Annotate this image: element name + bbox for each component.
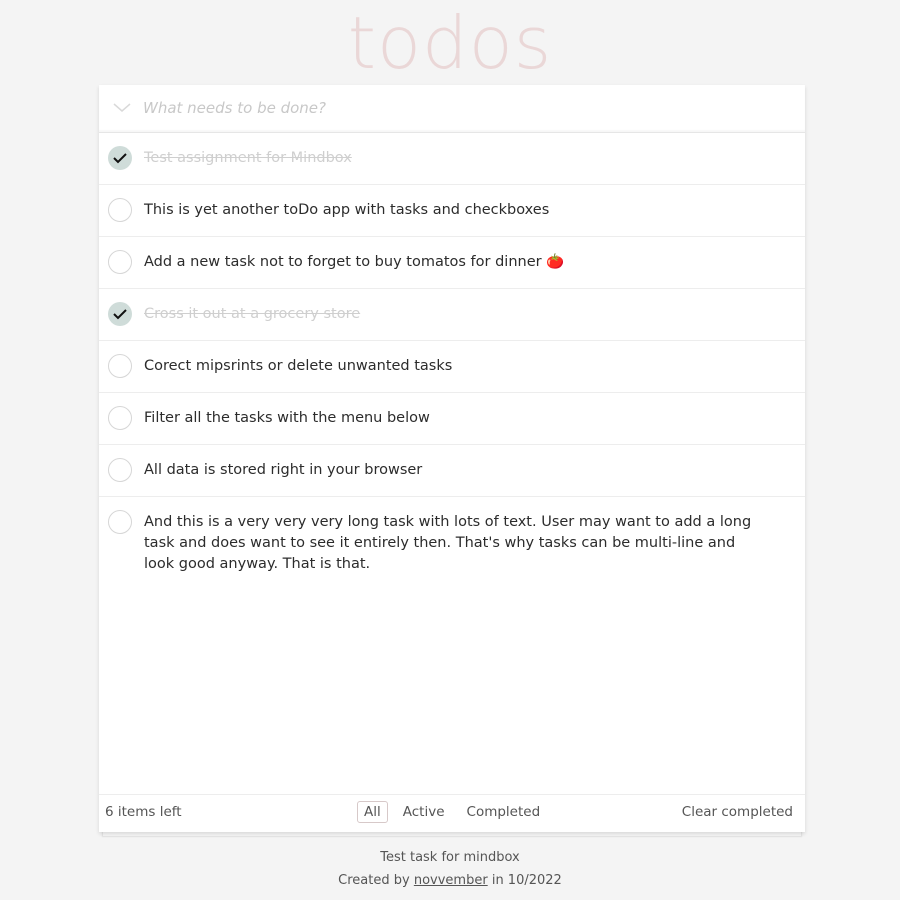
todo-checkbox[interactable] xyxy=(108,354,132,378)
todo-text[interactable]: Corect mipsrints or delete unwanted task… xyxy=(144,356,754,377)
todo-item: This is yet another toDo app with tasks … xyxy=(99,185,805,237)
info-footer: Test task for mindbox Created by novvemb… xyxy=(0,846,900,892)
todo-panel: Test assignment for Mindbox This is yet … xyxy=(99,85,805,832)
clear-completed-button[interactable]: Clear completed xyxy=(682,804,793,820)
filter-completed-button[interactable]: Completed xyxy=(460,801,548,823)
created-suffix: in 10/2022 xyxy=(491,873,562,888)
todo-item: And this is a very very very long task w… xyxy=(99,497,805,587)
todo-text[interactable]: Filter all the tasks with the menu below xyxy=(144,408,754,429)
check-icon xyxy=(113,309,127,320)
check-icon xyxy=(113,153,127,164)
todo-checkbox[interactable] xyxy=(108,510,132,534)
todo-text[interactable]: Add a new task not to forget to buy toma… xyxy=(144,252,754,273)
todo-item: Test assignment for Mindbox xyxy=(99,133,805,185)
todo-item: Add a new task not to forget to buy toma… xyxy=(99,237,805,289)
todo-item: Corect mipsrints or delete unwanted task… xyxy=(99,341,805,393)
todo-text[interactable]: All data is stored right in your browser xyxy=(144,460,754,481)
todo-footer: 6 items left All Active Completed Clear … xyxy=(99,794,805,832)
filter-active-button[interactable]: Active xyxy=(396,801,452,823)
items-left-count: 6 items left xyxy=(105,804,182,820)
todo-item: Cross it out at a grocery store xyxy=(99,289,805,341)
todo-checkbox[interactable] xyxy=(108,302,132,326)
todo-text[interactable]: And this is a very very very long task w… xyxy=(144,512,754,575)
author-link[interactable]: novvember xyxy=(414,873,488,888)
todo-checkbox[interactable] xyxy=(108,250,132,274)
todo-item: Filter all the tasks with the menu below xyxy=(99,393,805,445)
info-created-line: Created by novvember in 10/2022 xyxy=(0,869,900,892)
app-title: todos xyxy=(347,1,553,85)
todo-list: Test assignment for Mindbox This is yet … xyxy=(99,133,805,587)
todo-checkbox[interactable] xyxy=(108,458,132,482)
todo-text[interactable]: This is yet another toDo app with tasks … xyxy=(144,200,754,221)
todo-checkbox[interactable] xyxy=(108,198,132,222)
created-prefix: Created by xyxy=(338,873,410,888)
todo-text[interactable]: Cross it out at a grocery store xyxy=(144,304,754,325)
filter-menu: All Active Completed xyxy=(357,801,555,823)
todo-text[interactable]: Test assignment for Mindbox xyxy=(144,148,754,169)
todo-item: All data is stored right in your browser xyxy=(99,445,805,497)
info-task-line: Test task for mindbox xyxy=(380,850,520,865)
todo-checkbox[interactable] xyxy=(108,146,132,170)
new-todo-input[interactable] xyxy=(143,93,783,123)
new-todo-row xyxy=(99,85,805,133)
filter-all-button[interactable]: All xyxy=(357,801,388,823)
todo-checkbox[interactable] xyxy=(108,406,132,430)
toggle-all-chevron-down-icon[interactable] xyxy=(111,97,133,119)
